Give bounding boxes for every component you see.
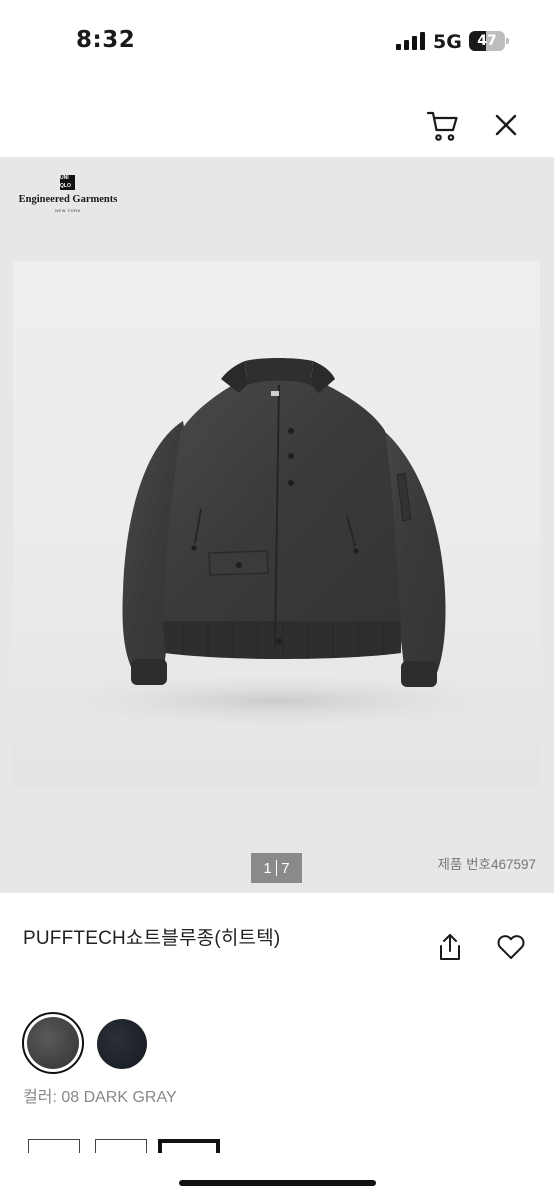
product-photo[interactable] [13,261,540,787]
brand-logo: UNI QLO Engineered Garments NEW YORK [16,173,120,217]
top-nav [0,80,554,157]
logo-text-top: UNI [60,175,69,181]
brand-subtitle: NEW YORK [55,208,81,213]
battery-level-text: 47 [477,33,497,49]
logo-text-bottom: QLO [60,182,71,189]
brand-name: Engineered Garments [18,194,118,205]
size-option[interactable] [28,1139,80,1153]
size-option[interactable] [95,1139,147,1153]
selected-color-label: 컬러: 08 DARK GRAY [23,1089,177,1106]
home-indicator[interactable] [179,1180,376,1186]
signal-strength-icon [396,32,425,50]
battery-icon: 47 [469,31,509,51]
share-icon[interactable] [437,933,463,961]
product-title: PUFFTECH쇼트블루종(히트텍) [23,928,281,949]
product-number: 제품 번호467597 [437,857,536,872]
cart-icon[interactable] [426,110,460,142]
network-type: 5G [433,31,462,53]
close-icon[interactable] [492,111,520,139]
status-bar: 8:32 5G 47 [0,0,554,80]
color-swatch-dark-gray[interactable] [22,1012,84,1074]
status-time: 8:32 [76,27,136,53]
pager-total: 7 [281,859,290,877]
jacket-photo [28,358,528,729]
product-image-gallery[interactable]: UNI QLO Engineered Garments NEW YORK 1 7… [0,157,554,893]
uniqlo-logo: UNI QLO [60,175,75,190]
pager-divider [275,860,278,876]
color-swatch-navy[interactable] [97,1019,147,1069]
size-option-selected[interactable] [158,1139,220,1153]
image-pager[interactable]: 1 7 [251,853,302,883]
heart-icon[interactable] [497,934,525,960]
pager-current: 1 [263,859,272,877]
color-swatch-fill [27,1017,79,1069]
